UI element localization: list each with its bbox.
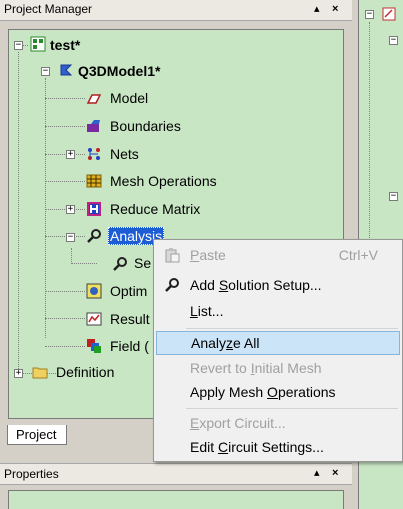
setup-icon <box>113 257 127 271</box>
context-menu: Paste Ctrl+V Add Solution Setup... List.… <box>153 239 403 462</box>
panel-title: Project Manager <box>4 2 93 16</box>
right-expander-3[interactable]: − <box>389 192 398 201</box>
properties-pin-icon[interactable]: ▴ <box>314 467 320 479</box>
nets-expander[interactable]: + <box>66 150 75 159</box>
menu-item-apply-mesh-operations[interactable]: Apply Mesh Operations <box>154 380 402 404</box>
tree-item-boundaries[interactable]: Boundaries <box>110 116 181 136</box>
menu-label-add-solution-setup: Add Solution Setup... <box>190 277 322 293</box>
nets-icon <box>88 148 100 160</box>
menu-label-paste: Paste <box>190 247 226 263</box>
design-expander[interactable]: − <box>41 67 50 76</box>
menu-item-edit-circuit-settings[interactable]: Edit Circuit Settings... <box>154 435 402 459</box>
q3d-design-icon <box>60 64 73 76</box>
menu-separator <box>186 328 398 329</box>
reduce-matrix-icon <box>87 202 101 216</box>
tab-project[interactable]: Project <box>7 425 67 445</box>
tree-item-model[interactable]: Model <box>110 88 148 108</box>
menu-item-export-circuit[interactable]: Export Circuit... <box>154 411 402 435</box>
right-expander-2[interactable]: − <box>389 36 398 45</box>
menu-item-analyze-all[interactable]: Analyze All <box>156 331 400 355</box>
sheet-icon <box>382 7 396 21</box>
menu-label-apply-mesh: Apply Mesh Operations <box>190 384 336 400</box>
properties-titlebar: Properties ▴ × <box>0 463 352 485</box>
tree-design[interactable]: Q3DModel1* <box>78 61 160 81</box>
model-icon <box>86 94 102 104</box>
menu-item-paste[interactable]: Paste Ctrl+V <box>154 243 402 267</box>
menu-separator-2 <box>186 408 398 409</box>
definitions-expander[interactable]: + <box>14 369 23 378</box>
analysis-expander[interactable]: − <box>66 233 75 242</box>
menu-shortcut-paste: Ctrl+V <box>338 247 378 263</box>
properties-body <box>8 490 344 509</box>
optimetrics-icon <box>86 283 102 299</box>
solution-setup-icon <box>165 278 179 292</box>
menu-label-revert: Revert to Initial Mesh <box>190 360 322 376</box>
tree-item-definitions[interactable]: Definition <box>56 362 114 382</box>
menu-label-analyze-all: Analyze All <box>191 335 260 351</box>
tree-item-reduce-matrix[interactable]: Reduce Matrix <box>110 199 200 219</box>
tree-item-mesh-operations[interactable]: Mesh Operations <box>110 171 217 191</box>
field-overlays-icon <box>87 339 101 353</box>
menu-item-list[interactable]: List... <box>154 299 402 323</box>
project-manager-titlebar: Project Manager ▴ × <box>0 0 352 21</box>
menu-item-revert-to-initial-mesh[interactable]: Revert to Initial Mesh <box>154 356 402 380</box>
analysis-icon <box>87 229 101 243</box>
project-expander[interactable]: − <box>14 41 23 50</box>
menu-label-export-circuit: Export Circuit... <box>190 415 286 431</box>
properties-title: Properties <box>4 467 59 481</box>
boundaries-icon <box>87 120 100 132</box>
menu-label-edit-circuit-settings: Edit Circuit Settings... <box>190 439 324 455</box>
properties-close-icon[interactable]: × <box>332 467 338 479</box>
close-icon[interactable]: × <box>332 3 338 15</box>
right-expander[interactable]: − <box>365 10 374 19</box>
menu-label-list: List... <box>190 303 224 319</box>
folder-icon <box>32 367 48 379</box>
paste-icon <box>165 248 180 263</box>
tree-item-optimetrics[interactable]: Optim <box>110 281 147 301</box>
reduce-matrix-expander[interactable]: + <box>66 205 75 214</box>
tree-item-nets[interactable]: Nets <box>110 144 139 164</box>
mesh-operations-icon <box>86 174 102 188</box>
tree-item-results[interactable]: Result <box>110 309 150 329</box>
menu-item-add-solution-setup[interactable]: Add Solution Setup... <box>154 273 402 297</box>
tree-item-setup[interactable]: Se <box>134 253 151 273</box>
pin-icon[interactable]: ▴ <box>314 3 320 15</box>
tree-project[interactable]: test* <box>50 35 80 55</box>
results-icon <box>86 312 102 326</box>
project-icon <box>30 36 46 52</box>
tree-item-field-overlays[interactable]: Field ( <box>110 336 149 356</box>
